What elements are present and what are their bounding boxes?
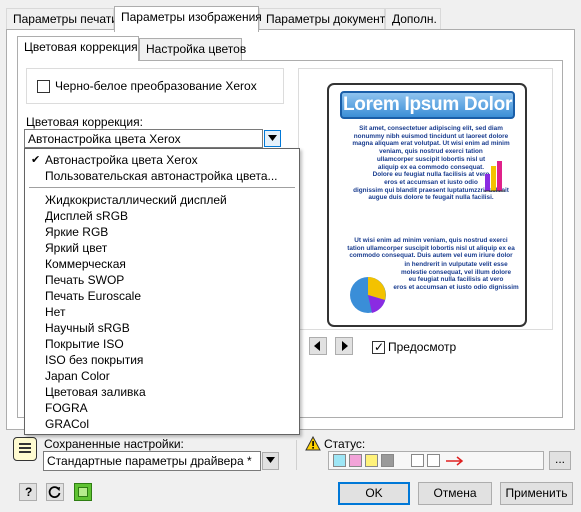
preview-show-checkbox[interactable]: ✓: [372, 340, 385, 354]
help-icon: ?: [25, 485, 33, 499]
dropdown-separator: [29, 187, 295, 188]
dropdown-option[interactable]: Пользовательская автонастройка цвета...: [25, 168, 299, 184]
eco-icon: [78, 487, 88, 497]
warning-icon: [305, 436, 321, 451]
yellow-toner-icon: [365, 454, 378, 467]
dropdown-option[interactable]: Яркий цвет: [25, 240, 299, 256]
cyan-toner-icon: [333, 454, 346, 467]
bar-chart-image: [484, 161, 505, 192]
preview-next-button[interactable]: [335, 337, 353, 355]
saved-settings-value: Стандартные параметры драйвера *: [47, 454, 252, 468]
eco-button[interactable]: [74, 483, 92, 501]
saved-settings-dropdown-button[interactable]: [262, 452, 279, 470]
dropdown-option[interactable]: Дисплей sRGB: [25, 208, 299, 224]
subtab-color-correction[interactable]: Цветовая коррекция: [17, 36, 139, 61]
list-icon: [411, 454, 424, 467]
preview-document: Lorem Ipsum Dolor Sit amet, consectetuer…: [327, 83, 527, 327]
chevron-down-icon: [268, 135, 277, 141]
help-button[interactable]: ?: [19, 483, 37, 501]
tab-image-options[interactable]: Параметры изображения: [114, 6, 262, 32]
status-label: Статус:: [324, 437, 366, 451]
dropdown-option[interactable]: Печать SWOP: [25, 272, 299, 288]
preview-text-2: Ut wisi enim ad minim veniam, quis nostr…: [347, 237, 515, 260]
color-correction-dropdown-button[interactable]: [264, 130, 281, 147]
dropdown-option[interactable]: GRACol: [25, 416, 299, 432]
bw-conversion-label: Черно-белое преобразование Xerox: [55, 79, 257, 93]
tab-print-options[interactable]: Параметры печати: [6, 8, 118, 30]
saved-settings-label: Сохраненные настройки:: [44, 437, 184, 451]
color-correction-select[interactable]: Автонастройка цвета Xerox: [24, 129, 263, 148]
color-correction-label: Цветовая коррекция:: [26, 115, 143, 129]
dropdown-option[interactable]: Печать Euroscale: [25, 288, 299, 304]
dropdown-option[interactable]: Научный sRGB: [25, 320, 299, 336]
preview-prev-button[interactable]: [309, 337, 327, 355]
chevron-left-icon: [314, 341, 320, 351]
chevron-right-icon: [342, 341, 348, 351]
pie-chart-image: [350, 277, 386, 313]
preview-show-label: Предосмотр: [388, 340, 457, 354]
divider: [296, 440, 297, 470]
preview-title: Lorem Ipsum Dolor: [340, 91, 515, 119]
preview-text-3: in hendrerit in vulputate velit esse mol…: [393, 261, 519, 292]
apply-button[interactable]: Применить: [500, 482, 573, 505]
dropdown-option[interactable]: ✔ Автонастройка цвета Xerox: [25, 152, 299, 168]
checkmark-icon: ✔: [31, 154, 41, 166]
color-correction-dropdown-list: ✔ Автонастройка цвета Xerox Пользователь…: [24, 148, 300, 435]
cancel-button[interactable]: Отмена: [418, 482, 492, 505]
black-toner-icon: [381, 454, 394, 467]
checkmark-icon: ✓: [374, 340, 385, 354]
ok-button[interactable]: OK: [338, 482, 410, 505]
magenta-toner-icon: [349, 454, 362, 467]
color-correction-selected: Автонастройка цвета Xerox: [28, 132, 181, 146]
chevron-down-icon: [266, 457, 275, 463]
tab-advanced[interactable]: Дополн.: [385, 8, 441, 30]
subtab-color-adjustments[interactable]: Настройка цветов: [139, 38, 246, 60]
dropdown-option[interactable]: Коммерческая: [25, 256, 299, 272]
dropdown-option[interactable]: Цветовая заливка: [25, 384, 299, 400]
dropdown-option[interactable]: ISO без покрытия: [25, 352, 299, 368]
saved-settings-icon: [13, 437, 37, 461]
dropdown-option[interactable]: Japan Color: [25, 368, 299, 384]
dropdown-option[interactable]: Покрытие ISO: [25, 336, 299, 352]
status-indicators: [328, 451, 544, 470]
reset-button[interactable]: [46, 483, 64, 501]
dropdown-option[interactable]: Нет: [25, 304, 299, 320]
dropdown-option[interactable]: Яркие RGB: [25, 224, 299, 240]
dropdown-option[interactable]: Жидкокристаллический дисплей: [25, 192, 299, 208]
saved-settings-select[interactable]: Стандартные параметры драйвера *: [43, 451, 261, 471]
dropdown-option[interactable]: FOGRA: [25, 400, 299, 416]
bw-conversion-checkbox[interactable]: [37, 80, 50, 93]
numbered-list-icon: [427, 454, 440, 467]
status-more-button[interactable]: ...: [549, 451, 571, 470]
tab-document-options[interactable]: Параметры документа: [259, 8, 392, 30]
arrow-right-icon: [446, 456, 464, 466]
reset-icon: [48, 486, 61, 498]
bw-conversion-group: Черно-белое преобразование Xerox: [26, 68, 284, 104]
